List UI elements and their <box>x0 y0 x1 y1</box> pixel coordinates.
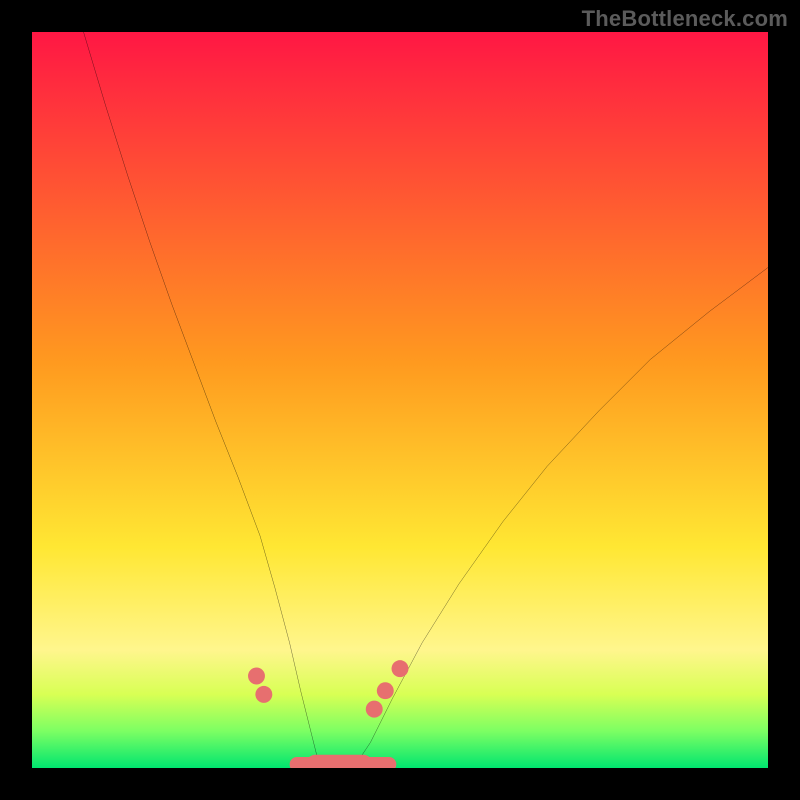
gradient-background <box>32 32 768 768</box>
bottleneck-chart <box>32 32 768 768</box>
marker-right-dot-3 <box>392 660 409 677</box>
marker-right-dot-2 <box>377 682 394 699</box>
marker-left-dot-2 <box>255 686 272 703</box>
watermark-text: TheBottleneck.com <box>582 6 788 32</box>
marker-left-dot-1 <box>248 668 265 685</box>
chart-frame: TheBottleneck.com <box>0 0 800 800</box>
marker-right-dot-1 <box>366 701 383 718</box>
